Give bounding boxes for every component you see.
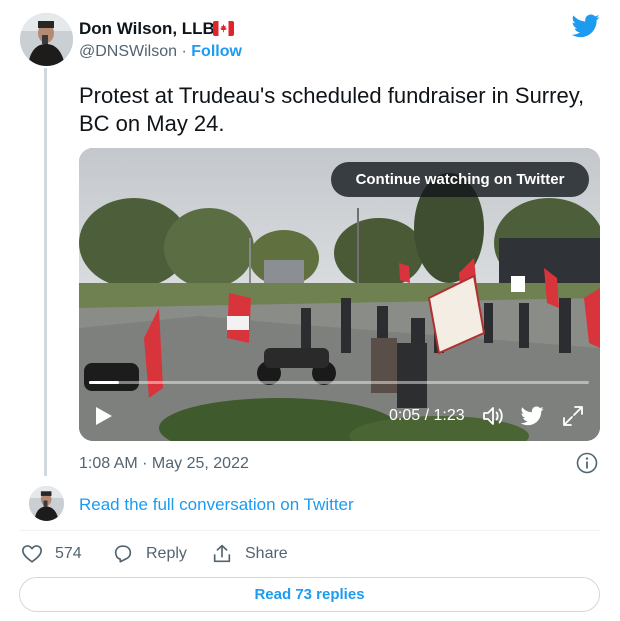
author-avatar[interactable] <box>20 13 73 66</box>
author-name[interactable]: Don Wilson, LLB <box>79 19 215 39</box>
thread-line <box>44 68 47 476</box>
author-avatar-small[interactable] <box>29 486 64 521</box>
follow-button[interactable]: Follow <box>191 43 242 60</box>
twitter-bird-icon[interactable] <box>572 14 600 38</box>
handle-row: @DNSWilson · Follow <box>79 43 242 61</box>
share-button[interactable]: Share <box>211 543 288 565</box>
volume-icon[interactable] <box>481 404 505 428</box>
author-handle[interactable]: @DNSWilson <box>79 43 177 60</box>
fullscreen-icon[interactable] <box>561 404 585 428</box>
like-count: 574 <box>55 545 82 562</box>
video-player[interactable]: Continue watching on Twitter 0:05 / 1:23 <box>79 148 600 441</box>
reply-label: Reply <box>146 545 187 562</box>
separator: · <box>181 43 187 60</box>
share-label: Share <box>245 545 288 562</box>
info-icon[interactable] <box>576 452 598 474</box>
play-icon[interactable] <box>95 406 113 426</box>
canada-flag-icon <box>213 21 234 36</box>
share-icon <box>213 544 231 563</box>
progress-bar[interactable] <box>89 381 589 384</box>
tweet-timestamp[interactable]: 1:08 AM · May 25, 2022 <box>79 455 249 473</box>
progress-fill <box>89 381 119 384</box>
heart-icon <box>22 545 42 563</box>
reply-button[interactable]: Reply <box>112 543 187 565</box>
like-button[interactable]: 574 <box>21 543 82 565</box>
video-time: 0:05 / 1:23 <box>389 407 465 424</box>
read-replies-button[interactable]: Read 73 replies <box>19 577 600 612</box>
read-conversation-link[interactable]: Read the full conversation on Twitter <box>79 495 354 515</box>
twitter-bird-icon[interactable] <box>521 406 544 426</box>
tweet-text: Protest at Trudeau's scheduled fundraise… <box>79 83 585 136</box>
continue-watching-button[interactable]: Continue watching on Twitter <box>331 162 589 197</box>
divider <box>20 530 600 531</box>
reply-bubble-icon <box>114 545 132 563</box>
